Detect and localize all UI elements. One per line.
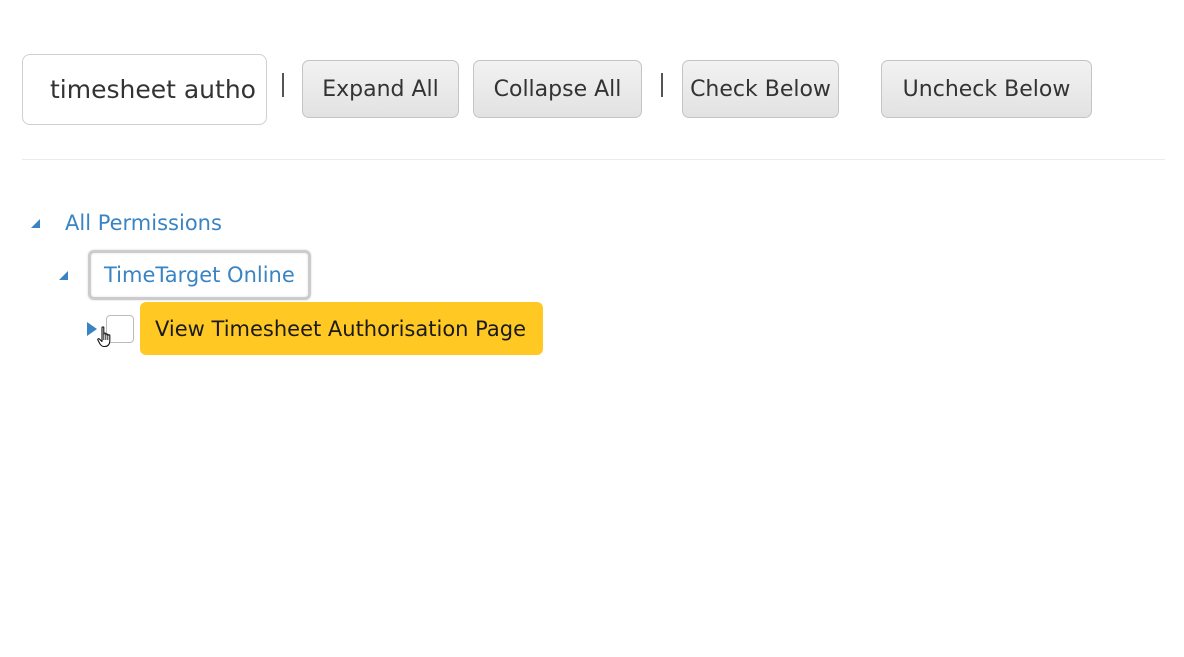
toolbar-separator: [661, 73, 663, 97]
search-input[interactable]: [22, 53, 267, 125]
collapse-all-button[interactable]: Collapse All: [473, 60, 642, 118]
triangle-right-icon[interactable]: [87, 321, 97, 336]
tree-node-timetarget-online: TimeTarget Online: [59, 250, 311, 300]
tree-node-all-permissions: All Permissions: [31, 208, 222, 238]
hand-pointer-icon: [97, 326, 111, 348]
tree-toolbar: Expand All Collapse All Check Below Unch…: [22, 53, 1092, 125]
expand-all-label: Expand All: [322, 76, 439, 102]
tree-node-highlight[interactable]: View Timesheet Authorisation Page: [140, 302, 543, 355]
tree-node-view-timesheet-authorisation: View Timesheet Authorisation Page: [87, 302, 543, 355]
triangle-down-icon[interactable]: [31, 218, 40, 228]
collapse-all-label: Collapse All: [493, 76, 622, 102]
toolbar-divider: [22, 159, 1165, 160]
check-below-button[interactable]: Check Below: [682, 60, 839, 118]
uncheck-below-button[interactable]: Uncheck Below: [881, 60, 1092, 118]
tree-node-label[interactable]: All Permissions: [65, 211, 222, 235]
triangle-down-icon[interactable]: [59, 270, 68, 280]
tree-node-label: TimeTarget Online: [104, 263, 295, 287]
tree-node-focus-box[interactable]: TimeTarget Online: [88, 250, 311, 300]
expand-all-button[interactable]: Expand All: [302, 60, 459, 118]
check-below-label: Check Below: [690, 76, 831, 102]
toolbar-separator: [282, 73, 284, 97]
tree-node-label: View Timesheet Authorisation Page: [155, 316, 526, 341]
uncheck-below-label: Uncheck Below: [902, 76, 1071, 102]
permissions-page: Expand All Collapse All Check Below Unch…: [0, 0, 1184, 657]
